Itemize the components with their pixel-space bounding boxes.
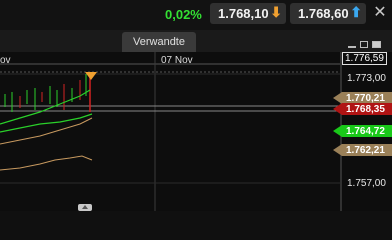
arrow-down-icon: ⬇ bbox=[270, 4, 282, 20]
scroll-up-handle[interactable] bbox=[78, 204, 92, 211]
chart-canvas bbox=[0, 52, 392, 211]
maximize-icon[interactable] bbox=[372, 41, 381, 48]
price-axis-label: 1.773,00 bbox=[347, 73, 386, 84]
ask-value: 1.768,60 bbox=[298, 6, 349, 21]
bid-button[interactable]: 1.768,10 ⬇ bbox=[210, 3, 286, 24]
moving-average bbox=[0, 117, 93, 145]
change-percent: 0,02% bbox=[165, 7, 202, 22]
marker-icon bbox=[85, 72, 97, 80]
close-icon[interactable]: ✕ bbox=[371, 3, 389, 23]
bollinger-lower bbox=[0, 113, 93, 133]
cursor-price-label: 1.776,59 bbox=[342, 52, 387, 65]
bid-value: 1.768,10 bbox=[218, 6, 269, 21]
price-tag: 1.762,21 bbox=[346, 145, 385, 156]
arrow-up-icon: ⬆ bbox=[350, 4, 362, 20]
ask-button[interactable]: 1.768,60 ⬆ bbox=[290, 3, 366, 24]
indicator-line bbox=[0, 155, 93, 171]
price-chart[interactable] bbox=[0, 52, 392, 211]
tab-strip bbox=[0, 30, 392, 52]
price-tag: 1.764,72 bbox=[346, 126, 385, 137]
quote-header: 0,02% 1.768,10 ⬇ 1.768,60 ⬆ ✕ bbox=[0, 0, 392, 30]
restore-icon[interactable] bbox=[360, 41, 368, 48]
price-tag: 1.768,35 bbox=[346, 104, 385, 115]
price-axis-label: 1.757,00 bbox=[347, 178, 386, 189]
minimize-icon[interactable] bbox=[348, 41, 356, 48]
date-label: 07 Nov bbox=[161, 55, 193, 66]
date-label: ov bbox=[0, 55, 11, 66]
tab-verwandte[interactable]: Verwandte bbox=[122, 32, 196, 52]
